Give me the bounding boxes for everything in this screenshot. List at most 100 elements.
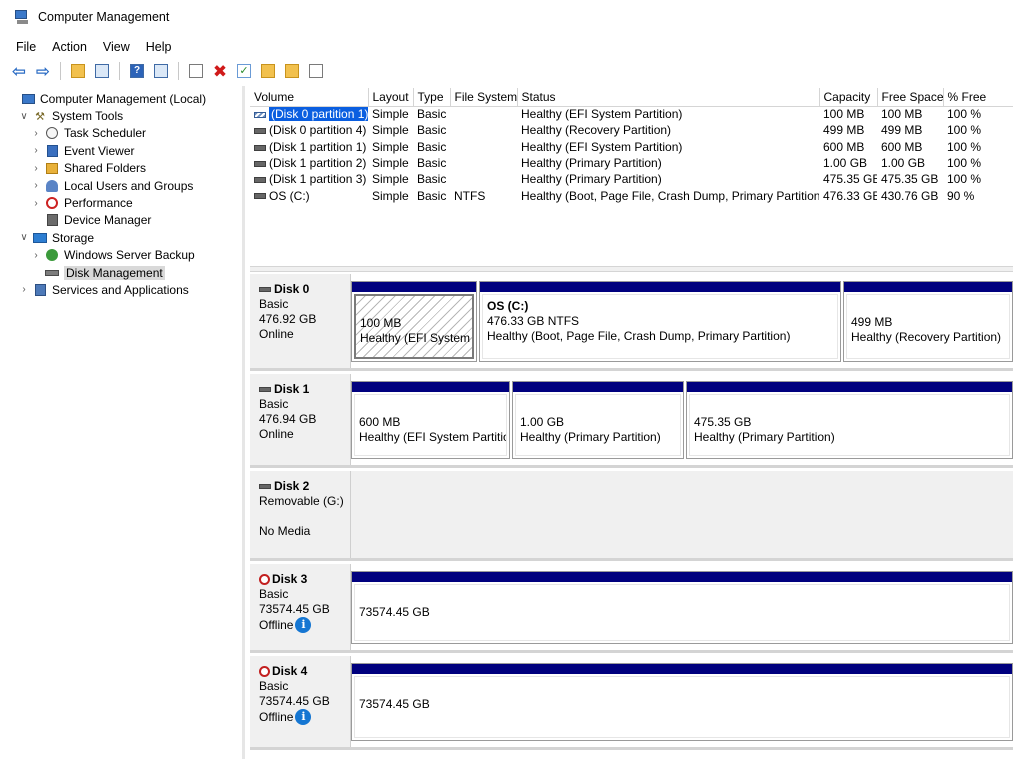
help-icon[interactable]: ? bbox=[126, 60, 148, 82]
show-hide-tree-icon[interactable] bbox=[91, 60, 113, 82]
tree-item-label: Computer Management (Local) bbox=[40, 91, 207, 106]
export-icon[interactable] bbox=[257, 60, 279, 82]
column-header-status[interactable]: Status bbox=[517, 88, 820, 107]
table-row[interactable]: (Disk 1 partition 2) Simple Basic Healthy (… bbox=[250, 155, 1013, 171]
partition-block[interactable]: 475.35 GB Healthy (Primary Partition) bbox=[686, 381, 1013, 459]
table-row[interactable]: (Disk 0 partition 4) Simple Basic Healthy (… bbox=[250, 122, 1013, 138]
menu-file[interactable]: File bbox=[8, 40, 44, 54]
tree-item-local-users-and-groups[interactable]: › Local Users and Groups bbox=[0, 177, 242, 194]
volume-list: Volume Layout Type File System Status Ca… bbox=[250, 88, 1013, 266]
chevron-right-icon[interactable]: › bbox=[30, 145, 42, 156]
disk-row-disk2: Disk 2 Removable (G:) No Media bbox=[250, 471, 1013, 561]
disk-detail-line: 73574.45 GB bbox=[259, 602, 330, 616]
disk-info-disk2[interactable]: Disk 2 Removable (G:) No Media bbox=[250, 471, 351, 558]
disk-name-label: Disk 3 bbox=[272, 572, 308, 586]
disk-info-disk0[interactable]: Disk 0 Basic 476.92 GB Online bbox=[250, 274, 351, 368]
tree-item-event-viewer[interactable]: › Event Viewer bbox=[0, 142, 242, 159]
computer-icon bbox=[20, 92, 36, 106]
chevron-right-icon[interactable]: › bbox=[30, 180, 42, 191]
column-header-type[interactable]: Type bbox=[413, 88, 451, 107]
column-header-free-space[interactable]: Free Space bbox=[877, 88, 944, 107]
partition-block[interactable]: OS (C:) 476.33 GB NTFS Healthy (Boot, Page… bbox=[479, 281, 841, 362]
backup-icon bbox=[44, 248, 60, 262]
partition-bar bbox=[352, 664, 1012, 674]
disk-detail-line bbox=[259, 509, 350, 524]
volume-layout-cell: Simple bbox=[372, 172, 409, 187]
tree-item-windows-server-backup[interactable]: › Windows Server Backup bbox=[0, 247, 242, 264]
volume-name-cell: (Disk 1 partition 2) bbox=[250, 155, 368, 171]
chevron-right-icon[interactable]: › bbox=[30, 250, 42, 261]
tree-item-services-and-applications[interactable]: › Services and Applications bbox=[0, 281, 242, 298]
disk-offline-icon bbox=[259, 574, 270, 585]
partition-block[interactable]: 73574.45 GB bbox=[351, 663, 1013, 741]
toolbar-separator bbox=[60, 62, 61, 80]
check-icon[interactable]: ✓ bbox=[233, 60, 255, 82]
partition-size: 73574.45 GB bbox=[359, 697, 430, 711]
title-bar: Computer Management bbox=[0, 0, 1013, 34]
volume-status-cell: Healthy (Primary Partition) bbox=[521, 156, 662, 171]
menu-action[interactable]: Action bbox=[44, 40, 95, 54]
tree-item-shared-folders[interactable]: › Shared Folders bbox=[0, 160, 242, 177]
chevron-right-icon[interactable]: › bbox=[30, 128, 42, 139]
partition-block[interactable]: 100 MBHealthy (EFI System Partition) bbox=[351, 281, 477, 362]
volume-capacity-cell: 600 MB bbox=[823, 139, 865, 154]
column-header-file-system[interactable]: File System bbox=[450, 88, 518, 107]
table-row[interactable]: OS (C:) Simple Basic NTFS Healthy (Boot, Pag… bbox=[250, 187, 1013, 203]
volume-free-cell: 475.35 GB bbox=[881, 172, 939, 187]
column-header-volume[interactable]: Volume bbox=[250, 88, 369, 107]
menu-help[interactable]: Help bbox=[138, 40, 180, 54]
chevron-right-icon[interactable]: › bbox=[30, 163, 42, 174]
volume-fs-cell bbox=[450, 106, 517, 122]
disk-name: Disk 0 bbox=[259, 282, 350, 297]
properties-icon[interactable] bbox=[305, 60, 327, 82]
chevron-down-icon[interactable]: ∨ bbox=[18, 111, 30, 122]
computer-management-icon bbox=[14, 9, 30, 25]
navigation-tree: Computer Management (Local) ∨ ⚒ System Tool… bbox=[0, 86, 245, 759]
tree-item-task-scheduler[interactable]: › Task Scheduler bbox=[0, 125, 242, 142]
disk-icon bbox=[259, 287, 271, 292]
chevron-down-icon[interactable]: ∨ bbox=[18, 232, 30, 243]
up-folder-icon[interactable] bbox=[67, 60, 89, 82]
menu-view[interactable]: View bbox=[95, 40, 138, 54]
column-header-percent-free[interactable]: % Free bbox=[943, 88, 1013, 107]
tree-item-disk-management[interactable]: Disk Management bbox=[0, 264, 242, 281]
partition-block[interactable]: 73574.45 GB bbox=[351, 571, 1013, 644]
volume-type-cell: Basic bbox=[417, 123, 447, 138]
partition-status: Healthy (Boot, Page File, Crash Dump, Pr… bbox=[487, 329, 791, 343]
table-row[interactable]: (Disk 1 partition 3) Simple Basic Healthy (… bbox=[250, 171, 1013, 187]
chevron-right-icon[interactable]: › bbox=[18, 284, 30, 295]
table-row[interactable]: (Disk 1 partition 1) Simple Basic Healthy (… bbox=[250, 139, 1013, 155]
connect-icon[interactable] bbox=[185, 60, 207, 82]
info-icon[interactable]: i bbox=[295, 617, 312, 633]
disk-detail-line: Online bbox=[259, 427, 294, 441]
tree-item-performance[interactable]: › Performance bbox=[0, 194, 242, 211]
partition-bar bbox=[480, 282, 840, 292]
tree-item-device-manager[interactable]: Device Manager bbox=[0, 212, 242, 229]
volume-fs-cell bbox=[450, 155, 517, 171]
column-header-capacity[interactable]: Capacity bbox=[819, 88, 878, 107]
chevron-right-icon[interactable]: › bbox=[30, 198, 42, 209]
volume-pct-cell: 100 % bbox=[947, 139, 982, 154]
forward-arrow-icon[interactable]: ⇨ bbox=[32, 60, 54, 82]
disk-status-line: Offline i bbox=[259, 709, 350, 725]
delete-icon[interactable]: ✖ bbox=[209, 60, 231, 82]
partition-block[interactable]: 1.00 GB Healthy (Primary Partition) bbox=[512, 381, 684, 459]
volume-layout-cell: Simple bbox=[372, 139, 409, 154]
back-arrow-icon[interactable]: ⇦ bbox=[8, 60, 30, 82]
tree-item-storage[interactable]: ∨ Storage bbox=[0, 229, 242, 246]
tree-item-system-tools[interactable]: ∨ ⚒ System Tools bbox=[0, 107, 242, 124]
partition-block[interactable]: 499 MB Healthy (Recovery Partition) bbox=[843, 281, 1013, 362]
action-pane-icon[interactable] bbox=[150, 60, 172, 82]
volume-type-cell: Basic bbox=[417, 139, 447, 154]
pane-splitter[interactable] bbox=[250, 266, 1013, 272]
partition-block[interactable]: 600 MB Healthy (EFI System Partition) bbox=[351, 381, 510, 459]
info-icon[interactable]: i bbox=[295, 709, 312, 725]
column-header-layout[interactable]: Layout bbox=[368, 88, 414, 107]
tree-item-computer-management-local[interactable]: Computer Management (Local) bbox=[0, 90, 242, 107]
rescan-icon[interactable] bbox=[281, 60, 303, 82]
disk-info-disk4[interactable]: Disk 4 Basic 73574.45 GB Offline i bbox=[250, 656, 351, 747]
disk-name-label: Disk 4 bbox=[272, 664, 308, 678]
disk-info-disk3[interactable]: Disk 3 Basic 73574.45 GB Offline i bbox=[250, 564, 351, 650]
table-row[interactable]: (Disk 0 partition 1) Simple Basic Healthy (… bbox=[250, 106, 1013, 122]
disk-info-disk1[interactable]: Disk 1 Basic 476.94 GB Online bbox=[250, 374, 351, 465]
